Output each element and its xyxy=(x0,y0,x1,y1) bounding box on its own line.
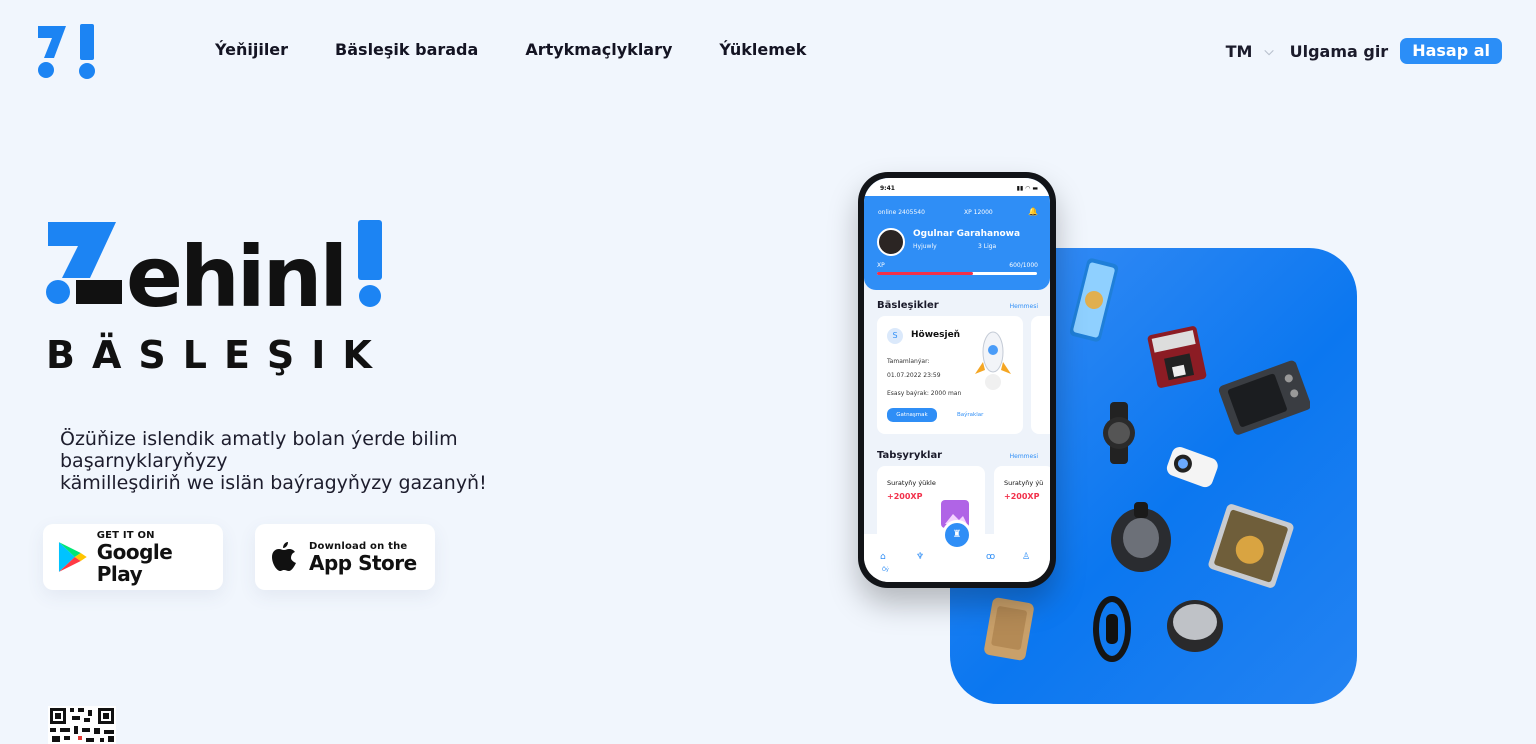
tasks-see-all[interactable]: Hemmesi xyxy=(1010,453,1038,460)
zehinli-basleshik-wordmark: ehinl BÄSLEŞIK xyxy=(46,220,389,376)
card-title: Höwesjeň xyxy=(911,330,961,340)
phone-screen: 9:41 ▮▮ ◠ ▬ online 2405540 XP 12000 🔔 Og… xyxy=(864,178,1050,582)
main-nav: Ýeňijiler Bäsleşik barada Artykmaçlyklar… xyxy=(215,40,806,59)
prizes-link[interactable]: Baýraklar xyxy=(957,412,983,418)
coffee-machine-prize-image xyxy=(1147,326,1207,388)
smartphone-prize-image xyxy=(1069,258,1119,342)
profile-tab-icon[interactable]: ♙ xyxy=(1022,552,1030,562)
rocket-icon xyxy=(975,331,1011,390)
user-level: Hyjuwly xyxy=(913,243,937,250)
chevron-down-icon: ⌵ xyxy=(1264,43,1274,58)
bell-icon[interactable]: 🔔 xyxy=(1028,207,1038,216)
task-title: Suratyňy ýükle xyxy=(887,479,936,487)
header-actions: TM ⌵ Ulgama gir Hasap al xyxy=(1226,38,1502,64)
phone-profile-header: 9:41 ▮▮ ◠ ▬ online 2405540 XP 12000 🔔 Og… xyxy=(864,178,1050,290)
google-play-icon xyxy=(58,542,87,572)
task-xp: +200XP xyxy=(887,492,923,501)
fitness-band-prize-image xyxy=(1093,596,1131,662)
avatar xyxy=(877,228,905,256)
phone-mockup: 9:41 ▮▮ ◠ ▬ online 2405540 XP 12000 🔔 Og… xyxy=(858,172,1056,588)
google-play-small: GET IT ON xyxy=(96,529,155,541)
signup-button[interactable]: Hasap al xyxy=(1400,38,1502,64)
home-tab-icon[interactable]: ⌂ xyxy=(880,552,886,562)
badge-icon: S xyxy=(887,328,903,344)
login-link[interactable]: Ulgama gir xyxy=(1290,42,1389,61)
vacuum-prize-image xyxy=(1111,502,1171,572)
speaker-prize-image xyxy=(984,597,1034,661)
google-play-big: Google Play xyxy=(96,539,173,586)
card-date: 01.07.2022 23:59 xyxy=(887,372,941,379)
projector-prize-image xyxy=(1166,447,1218,488)
qr-code xyxy=(48,706,116,744)
language-select[interactable]: TM ⌵ xyxy=(1226,42,1274,61)
xp-value: 600/1000 xyxy=(1009,262,1038,269)
nav-about[interactable]: Bäsleşik barada xyxy=(335,40,478,59)
online-count: online 2405540 xyxy=(878,209,925,216)
home-tab-label: Öý xyxy=(882,567,889,573)
xp-label: XP xyxy=(877,262,885,269)
smartwatch-prize-image xyxy=(1103,402,1135,464)
tablet-prize-image xyxy=(1208,504,1294,588)
apple-icon xyxy=(272,542,296,571)
svg-text:ehinl: ehinl xyxy=(126,228,345,326)
competition-card-partial[interactable] xyxy=(1031,316,1050,434)
user-league: 3 Liga xyxy=(978,243,997,250)
nav-advantages[interactable]: Artykmaçlyklary xyxy=(525,40,672,59)
microwave-prize-image xyxy=(1218,360,1310,435)
tagline: Özüňize islendik amatly bolan ýerde bili… xyxy=(60,428,487,494)
user-name: Ogulnar Garahanowa xyxy=(913,229,1021,239)
xp-total: XP 12000 xyxy=(964,209,993,216)
app-store-big: App Store xyxy=(309,550,417,575)
participate-button[interactable]: Gatnaşmak xyxy=(887,408,937,422)
leaderboard-fab-icon[interactable]: ♜ xyxy=(942,520,972,550)
tasks-heading: Tabşyryklar xyxy=(877,450,943,461)
competitions-heading: Bäsleşikler xyxy=(877,300,939,311)
nav-winners[interactable]: Ýeňijiler xyxy=(215,40,288,59)
language-label: TM xyxy=(1225,41,1253,61)
nav-download[interactable]: Ýüklemek xyxy=(719,40,806,59)
phone-tab-bar: ⌂ Öý ♆ ♜ ꝏ ♙ xyxy=(864,520,1050,582)
app-store-button[interactable]: Download on the App Store xyxy=(255,524,435,590)
google-play-button[interactable]: GET IT ON Google Play xyxy=(43,524,223,590)
competition-card[interactable]: S Höwesjeň Tamamlanýar: 01.07.2022 23:59… xyxy=(877,316,1023,434)
phone-time: 9:41 xyxy=(880,185,895,192)
brand-subtitle: BÄSLEŞIK xyxy=(46,333,389,376)
sandwich-maker-prize-image xyxy=(1167,600,1223,652)
signal-battery-icon: ▮▮ ◠ ▬ xyxy=(1016,185,1038,192)
competitions-see-all[interactable]: Hemmesi xyxy=(1010,303,1038,310)
trophy-tab-icon[interactable]: ♆ xyxy=(916,552,924,562)
xp-progress-bar xyxy=(877,272,1037,275)
medal-tab-icon[interactable]: ꝏ xyxy=(986,552,995,562)
app-store-small: Download on the xyxy=(309,540,408,552)
zehinli-logo[interactable] xyxy=(36,22,100,80)
card-prize: Esasy baýrak: 2000 man xyxy=(887,390,962,397)
card-ends-label: Tamamlanýar: xyxy=(887,358,930,365)
